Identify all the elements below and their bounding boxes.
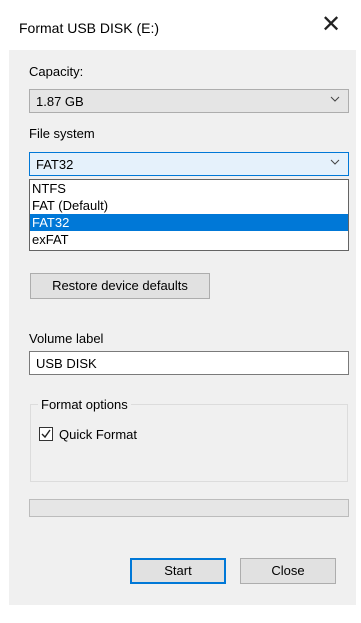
chevron-down-icon bbox=[330, 96, 340, 102]
file-system-option[interactable]: FAT (Default) bbox=[30, 197, 348, 214]
format-dialog: Format USB DISK (E:) ✕ Capacity: 1.87 GB… bbox=[9, 0, 356, 605]
title-bar: Format USB DISK (E:) ✕ bbox=[9, 0, 356, 50]
volume-label-field-box bbox=[29, 351, 349, 375]
capacity-label: Capacity: bbox=[29, 64, 84, 79]
file-system-option-selected[interactable]: FAT32 bbox=[30, 214, 348, 231]
volume-label-label: Volume label bbox=[29, 331, 104, 346]
format-options-group bbox=[30, 404, 348, 482]
file-system-dropdown: NTFS FAT (Default) FAT32 exFAT bbox=[29, 179, 349, 251]
close-button[interactable]: Close bbox=[240, 558, 336, 584]
window-title: Format USB DISK (E:) bbox=[19, 20, 160, 36]
start-button[interactable]: Start bbox=[130, 558, 226, 584]
file-system-option[interactable]: NTFS bbox=[30, 180, 348, 197]
quick-format-label[interactable]: Quick Format bbox=[59, 427, 137, 442]
file-system-option[interactable]: exFAT bbox=[30, 231, 348, 248]
format-progress-bar bbox=[29, 499, 349, 517]
file-system-value: FAT32 bbox=[36, 157, 74, 172]
close-icon[interactable]: ✕ bbox=[318, 12, 344, 38]
chevron-down-icon bbox=[330, 159, 340, 165]
checkmark-icon bbox=[41, 429, 51, 439]
capacity-select[interactable]: 1.87 GB bbox=[29, 89, 349, 113]
file-system-label: File system bbox=[29, 126, 95, 141]
file-system-select[interactable]: FAT32 bbox=[29, 152, 349, 176]
capacity-value: 1.87 GB bbox=[36, 94, 84, 109]
restore-defaults-button[interactable]: Restore device defaults bbox=[30, 273, 210, 299]
format-options-title: Format options bbox=[38, 397, 131, 412]
volume-label-field[interactable] bbox=[36, 353, 336, 373]
quick-format-checkbox[interactable] bbox=[39, 427, 53, 441]
